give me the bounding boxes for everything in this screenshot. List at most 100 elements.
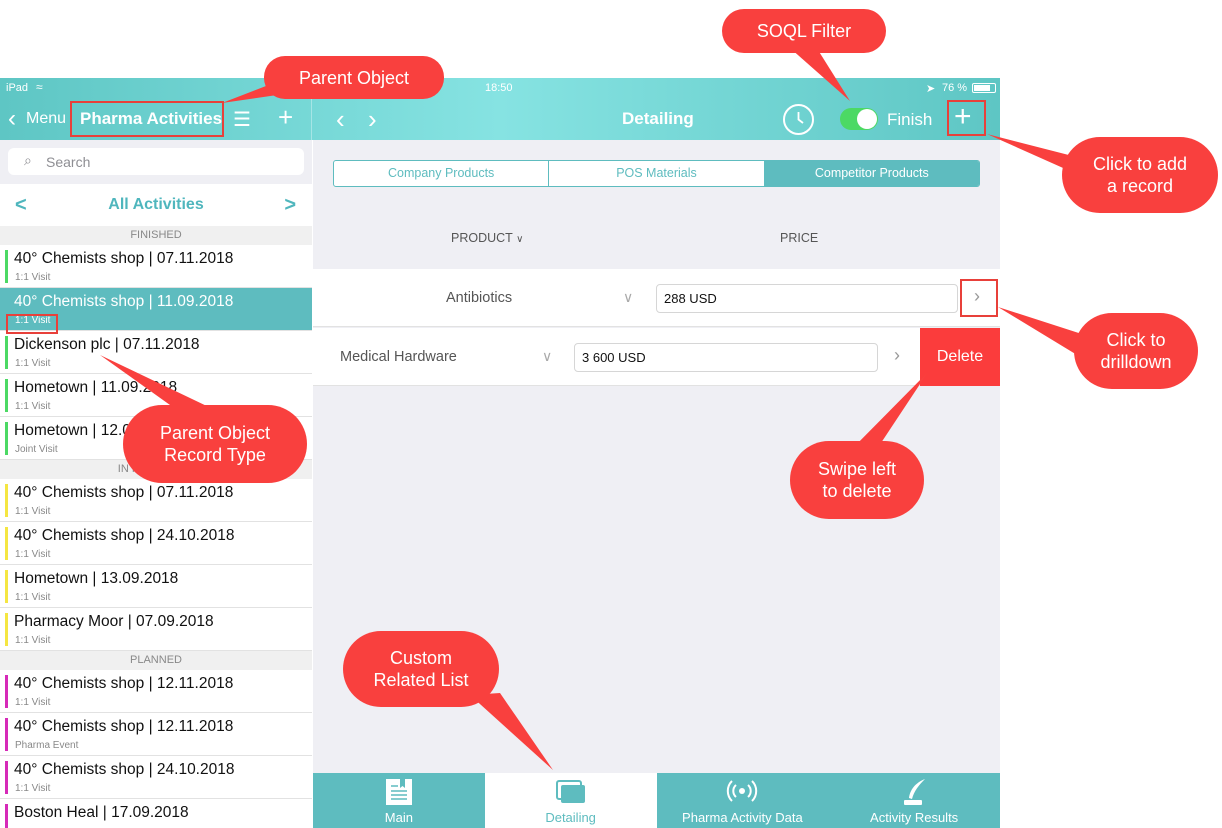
activity-record-type: 1:1 Visit (15, 358, 51, 369)
activity-title: 40° Chemists shop | 12.11.2018 (14, 718, 234, 735)
product-row[interactable]: Medical Hardware ∨ 3 600 USD › Delete (313, 328, 1000, 386)
tab-detailing[interactable]: Detailing (484, 773, 657, 828)
callout-add-record: Click to add a record (1062, 137, 1218, 213)
next-filter-button[interactable]: > (284, 184, 296, 226)
activity-title: 40° Chemists shop | 11.09.2018 (14, 293, 234, 310)
status-color-bar (5, 718, 8, 751)
next-record-icon[interactable]: › (368, 104, 377, 135)
quill-icon (904, 779, 926, 805)
history-clock-icon[interactable] (783, 104, 814, 135)
tab-pharma-activity-data[interactable]: Pharma Activity Data (657, 773, 829, 828)
price-column-header: PRICE (780, 231, 819, 245)
back-chevron-icon[interactable]: ‹ (8, 105, 16, 133)
section-header: PLANNED (0, 651, 312, 670)
list-menu-icon[interactable]: ☰ (233, 107, 251, 132)
segment-company-products[interactable]: Company Products (334, 161, 550, 186)
stack-icon (555, 780, 585, 803)
list-filter-header: < All Activities > (0, 184, 312, 226)
status-color-bar (5, 675, 8, 708)
activity-row[interactable]: 40° Chemists shop | 07.11.2018 1:1 Visit (0, 245, 312, 288)
activity-record-type: Joint Visit (15, 444, 58, 455)
menu-back-button[interactable]: Menu (26, 110, 66, 128)
activity-title: Boston Heal | 17.09.2018 (14, 804, 189, 821)
device-label: iPad (6, 82, 29, 94)
activity-record-type: 1:1 Visit (15, 783, 51, 794)
section-header: FINISHED (0, 226, 312, 245)
product-row[interactable]: Antibiotics ∨ 288 USD › (313, 269, 1000, 327)
activity-record-type: 1:1 Visit (15, 506, 51, 517)
sort-chevron-icon: ∨ (516, 234, 524, 245)
activity-row[interactable]: 40° Chemists shop | 12.11.2018 Pharma Eve… (0, 713, 312, 756)
callout-custom-related-list: Custom Related List (343, 631, 499, 707)
activity-record-type: 1:1 Visit (15, 697, 51, 708)
activity-title: Hometown | 13.09.2018 (14, 570, 179, 587)
search-placeholder: Search (46, 154, 91, 170)
prev-record-icon[interactable]: ‹ (336, 104, 345, 135)
tab-label: Detailing (545, 810, 596, 825)
activity-row[interactable]: Hometown | 13.09.2018 1:1 Visit (0, 565, 312, 608)
parent-object-highlight (70, 101, 224, 137)
list-filter-title[interactable]: All Activities (108, 196, 203, 213)
activity-sidebar: ⌕ Search < All Activities > FINISHED 40° … (0, 140, 312, 828)
segment-pos-materials[interactable]: POS Materials (549, 161, 765, 186)
activity-row[interactable]: Dickenson plc | 07.11.2018 1:1 Visit (0, 331, 312, 374)
activity-row[interactable]: Pharmacy Moor | 07.09.2018 1:1 Visit (0, 608, 312, 651)
activity-row[interactable]: Boston Heal | 17.09.2018 (0, 799, 312, 828)
status-color-bar (5, 761, 8, 794)
battery-level: 76 % (942, 82, 968, 94)
product-column-header[interactable]: PRODUCT ∨ (451, 231, 523, 245)
location-icon: ➤ (926, 83, 936, 95)
activity-row[interactable]: 40° Chemists shop | 24.10.2018 1:1 Visit (0, 522, 312, 565)
callout-soql-filter: SOQL Filter (722, 9, 886, 53)
clock-time: 18:50 (485, 82, 513, 94)
price-input[interactable]: 3 600 USD (574, 343, 878, 372)
tab-label: Activity Results (870, 810, 959, 825)
tab-main[interactable]: Main (313, 773, 485, 828)
drilldown-highlight (960, 279, 998, 317)
callout-drilldown: Click to drilldown (1074, 313, 1198, 389)
tab-bar: Main Detailing Pharma Activity Data Acti… (313, 773, 1000, 828)
search-icon: ⌕ (24, 152, 32, 168)
chevron-down-icon[interactable]: ∨ (542, 348, 552, 365)
callout-parent-object: Parent Object (264, 56, 444, 99)
activity-title: Dickenson plc | 07.11.2018 (14, 336, 200, 353)
status-color-bar (5, 804, 8, 828)
add-activity-icon[interactable]: + (278, 102, 293, 133)
segment-competitor-products[interactable]: Competitor Products (764, 161, 979, 186)
status-color-bar (5, 379, 8, 412)
column-header: PRODUCT ∨ PRICE (313, 207, 1000, 269)
prev-filter-button[interactable]: < (15, 184, 27, 226)
status-color-bar (5, 527, 8, 560)
search-input[interactable]: ⌕ Search (8, 148, 304, 175)
activity-title: 40° Chemists shop | 24.10.2018 (14, 761, 235, 778)
price-input[interactable]: 288 USD (656, 284, 958, 313)
search-bar: ⌕ Search (0, 140, 312, 184)
signal-icon (727, 780, 758, 802)
status-color-bar (5, 570, 8, 603)
wifi-icon: ≈ (36, 80, 43, 94)
delete-button[interactable]: Delete (920, 328, 1000, 386)
status-color-bar (5, 422, 8, 455)
status-color-bar (5, 484, 8, 517)
book-icon (385, 779, 412, 805)
drilldown-arrow-icon[interactable]: › (894, 345, 900, 366)
activity-record-type: Pharma Event (15, 740, 79, 751)
status-bar: iPad ≈ 18:50 ➤ 76 % (0, 78, 1000, 98)
finish-toggle[interactable] (840, 108, 878, 130)
activity-record-type: 1:1 Visit (15, 635, 51, 646)
callout-swipe-delete: Swipe left to delete (790, 441, 924, 519)
activity-row[interactable]: 40° Chemists shop | 24.10.2018 1:1 Visit (0, 756, 312, 799)
segmented-control: Company Products POS Materials Competito… (333, 160, 980, 187)
finish-label: Finish (887, 110, 933, 129)
tab-activity-results[interactable]: Activity Results (828, 773, 1000, 828)
activity-title: Pharmacy Moor | 07.09.2018 (14, 613, 214, 630)
activity-row[interactable]: 40° Chemists shop | 12.11.2018 1:1 Visit (0, 670, 312, 713)
record-type-highlight (6, 314, 58, 334)
activity-title: 40° Chemists shop | 12.11.2018 (14, 675, 234, 692)
activity-row[interactable]: 40° Chemists shop | 07.11.2018 1:1 Visit (0, 479, 312, 522)
chevron-down-icon[interactable]: ∨ (623, 289, 633, 306)
detail-title: Detailing (622, 109, 694, 128)
product-name: Medical Hardware (340, 349, 457, 365)
status-color-bar (5, 613, 8, 646)
tab-label: Main (384, 810, 413, 825)
